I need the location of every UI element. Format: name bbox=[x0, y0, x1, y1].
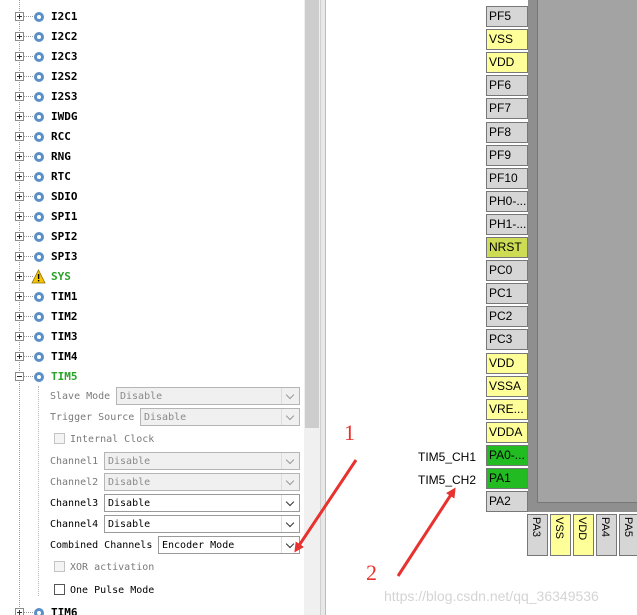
watermark: https://blog.csdn.net/qq_36349536 bbox=[384, 588, 599, 604]
arrow-to-combined-channels bbox=[294, 459, 358, 553]
arrow-to-pa1-pin bbox=[396, 487, 456, 577]
annotation-arrows bbox=[294, 459, 456, 577]
